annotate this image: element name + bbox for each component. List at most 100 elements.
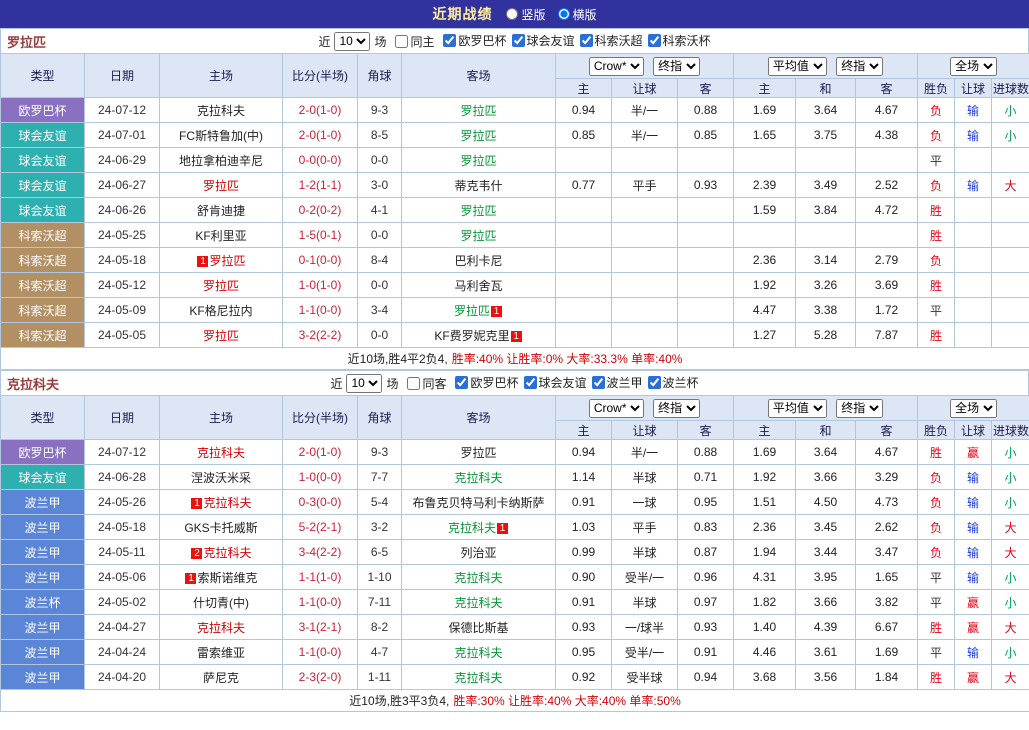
col-header-avg-home: 主 [734,79,796,98]
same-venue-input[interactable] [407,377,420,390]
crow-handicap: 一球 [612,490,678,515]
league-filter-checkbox[interactable]: 波兰杯 [648,374,699,391]
match-row: 科索沃超24-05-25KF利里亚1-5(0-1)0-0罗拉匹胜 [1,223,1029,248]
avg-away-odds [856,148,918,173]
corners-cell: 0-0 [358,148,402,173]
avg-draw-odds: 3.75 [796,123,856,148]
result-goals: 小 [992,98,1029,123]
result-goals [992,298,1029,323]
crow-away-odds: 0.71 [678,465,734,490]
match-count-select[interactable]: 10 [334,32,370,51]
average-final-select[interactable]: 终指 [836,57,883,76]
crow-away-odds: 0.93 [678,615,734,640]
away-team-name: 罗拉匹 [460,129,496,143]
league-filters: 欧罗巴杯球会友谊科索沃超 科索沃杯 [438,32,710,50]
league-filter-checkbox[interactable]: 科索沃超 [580,32,643,49]
league-type-cell: 球会友谊 [1,198,85,223]
home-team-name: 克拉科夫 [203,546,251,560]
result-handicap: 输 [955,490,992,515]
avg-draw-odds: 3.56 [796,665,856,690]
result-wdl: 负 [918,123,955,148]
home-team-name: 克拉科夫 [203,496,251,510]
league-filter-input[interactable] [443,34,456,47]
away-team-cell: KF费罗妮克里1 [402,323,556,348]
avg-draw-odds: 3.66 [796,590,856,615]
crow-final-select[interactable]: 终指 [653,399,700,418]
header-row-top: 类型 日期 主场 比分(半场) 角球 客场 Crow* 终指 平均值 终指 [1,396,1029,421]
avg-home-odds: 1.59 [734,198,796,223]
avg-draw-odds: 4.39 [796,615,856,640]
team-section: 克拉科夫 近 10 场 同客 欧罗巴杯球会友谊波兰甲波兰杯 类型 日期 主场 [0,370,1029,712]
result-goals: 大 [992,665,1029,690]
average-final-select[interactable]: 终指 [836,399,883,418]
corners-cell: 9-3 [358,440,402,465]
avg-draw-odds: 3.49 [796,173,856,198]
filter-bar: 克拉科夫 近 10 场 同客 欧罗巴杯球会友谊波兰甲波兰杯 [0,370,1029,395]
league-filter-input[interactable] [648,34,661,47]
league-filter-input[interactable] [592,376,605,389]
match-date: 24-06-26 [85,198,160,223]
avg-home-odds: 1.92 [734,273,796,298]
league-filter-checkbox[interactable]: 球会友谊 [524,374,587,391]
league-type-cell: 科索沃超 [1,298,85,323]
crow-handicap [612,198,678,223]
match-row: 球会友谊24-06-26舒肯迪捷0-2(0-2)4-1罗拉匹1.593.844.… [1,198,1029,223]
result-goals: 小 [992,565,1029,590]
crow-home-odds [556,323,612,348]
fulltime-select[interactable]: 全场 [950,57,997,76]
vertical-layout-radio[interactable] [506,8,518,20]
same-venue-checkbox[interactable]: 同客 [407,375,446,392]
horizontal-layout-radio[interactable] [558,8,570,20]
average-select[interactable]: 平均值 [768,57,827,76]
avg-draw-odds: 5.28 [796,323,856,348]
crow-away-odds: 0.93 [678,173,734,198]
home-team-name: 萨尼克 [203,671,239,685]
league-filter-checkbox[interactable]: 欧罗巴杯 [455,374,518,391]
match-count-select[interactable]: 10 [346,374,382,393]
avg-draw-odds: 3.38 [796,298,856,323]
league-filter-input[interactable] [648,376,661,389]
corners-cell: 1-11 [358,665,402,690]
crow-home-odds: 0.93 [556,615,612,640]
fulltime-select[interactable]: 全场 [950,399,997,418]
league-filter-input[interactable] [580,34,593,47]
result-wdl: 胜 [918,223,955,248]
result-wdl: 胜 [918,323,955,348]
col-header-date: 日期 [85,396,160,440]
away-team-name: 罗拉匹 [460,229,496,243]
crow-company-select[interactable]: Crow* [589,399,644,418]
score-cell: 1-1(1-0) [283,565,358,590]
away-team-name: 罗拉匹 [460,104,496,118]
same-venue-checkbox[interactable]: 同主 [395,33,434,50]
league-filter-checkbox[interactable]: 科索沃杯 [648,32,711,49]
league-filter-label: 科索沃杯 [663,32,711,49]
home-team-cell: 克拉科夫 [160,615,283,640]
filter-controls: 近 10 场 同主 欧罗巴杯球会友谊科索沃超科索沃杯 [318,32,710,51]
league-type-cell: 欧罗巴杯 [1,440,85,465]
avg-away-odds: 3.82 [856,590,918,615]
avg-draw-odds: 3.44 [796,540,856,565]
col-header-goals: 进球数 [992,79,1029,98]
result-goals [992,198,1029,223]
match-row: 波兰甲24-04-20萨尼克2-3(2-0)1-11克拉科夫0.92受半球0.9… [1,665,1029,690]
league-filter-checkbox[interactable]: 波兰甲 [592,374,643,391]
result-handicap [955,323,992,348]
layout-option-vertical[interactable]: 竖版 [506,6,545,23]
same-venue-input[interactable] [395,35,408,48]
away-team-cell: 巴利卡尼 [402,248,556,273]
league-filter-input[interactable] [455,376,468,389]
score-cell: 3-1(2-1) [283,615,358,640]
home-team-name: 罗拉匹 [203,279,239,293]
crow-company-select[interactable]: Crow* [589,57,644,76]
layout-option-horizontal[interactable]: 横版 [558,6,597,23]
match-date: 24-04-27 [85,615,160,640]
results-table: 类型 日期 主场 比分(半场) 角球 客场 Crow* 终指 平均值 终指 [0,53,1029,370]
home-team-name: KF利里亚 [195,229,246,243]
league-filter-input[interactable] [512,34,525,47]
league-filter-input[interactable] [524,376,537,389]
average-select[interactable]: 平均值 [768,399,827,418]
crow-final-select[interactable]: 终指 [653,57,700,76]
match-row: 球会友谊24-06-28涅波沃米采1-0(0-0)7-7克拉科夫1.14半球0.… [1,465,1029,490]
league-filter-checkbox[interactable]: 球会友谊 [512,32,575,49]
league-filter-checkbox[interactable]: 欧罗巴杯 [443,32,506,49]
